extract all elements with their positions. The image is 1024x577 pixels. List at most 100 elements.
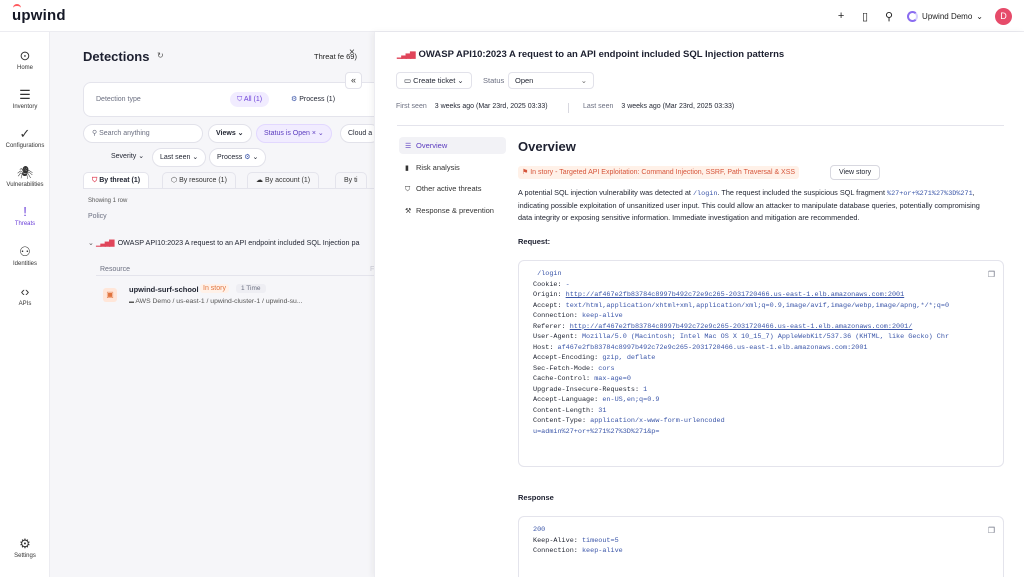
collapse-button[interactable]: «: [345, 72, 362, 89]
cloud-filter[interactable]: Cloud a: [340, 124, 374, 143]
tab-by-resource[interactable]: ⬡ By resource (1): [162, 172, 236, 188]
nav-vulnerabilities[interactable]: 🕷 Vulnerabilities: [0, 165, 50, 188]
header-key: Referer:: [533, 322, 570, 331]
status-label: Status: [483, 76, 505, 85]
chevron-down-icon: ⌄: [252, 154, 259, 161]
header-value: Mozilla/5.0 (Macintosh; Intel Mac OS X 1…: [581, 333, 950, 341]
nav-inventory[interactable]: ☰ Inventory: [0, 87, 50, 110]
chevron-down-icon[interactable]: ⌄: [88, 238, 96, 247]
search-input[interactable]: ⚲ Search anything: [83, 124, 203, 143]
avatar[interactable]: D: [995, 7, 1012, 25]
severity-label: Severity: [111, 153, 137, 160]
nav-settings[interactable]: ⚙ Settings: [0, 536, 50, 559]
request-code-block[interactable]: ❐ /login Cookie: - Origin: http://af467e2f…: [518, 260, 1004, 467]
overview-description: A potential SQL injection vulnerability …: [518, 187, 996, 224]
nav-threats[interactable]: ! Threats: [0, 204, 50, 227]
section-nav-label: Response & prevention: [416, 206, 494, 215]
sliders-icon: ⚙: [19, 536, 31, 551]
search-placeholder: Search anything: [99, 130, 150, 137]
nav-home[interactable]: ⊙ Home: [0, 48, 50, 71]
header-value[interactable]: http://af467e2fb83784c8997b492c72e9c265-…: [570, 323, 913, 331]
header-key: Cookie:: [533, 280, 566, 289]
code-line: Connection: keep-alive: [533, 311, 1003, 322]
tab-by-threat[interactable]: ⛉ By threat (1): [83, 172, 150, 188]
view-story-button[interactable]: View story: [830, 165, 881, 180]
nav-label: Vulnerabilities: [6, 182, 44, 188]
chip-process[interactable]: ⚙ Process (1): [284, 92, 342, 107]
header-value[interactable]: http://af467e2fb83784c8997b492c72e9c265-…: [566, 291, 905, 299]
chevron-down-icon: ⌄: [457, 76, 464, 85]
story-tag[interactable]: ⚑ In story - Targeted API Exploitation: …: [518, 166, 800, 179]
header-key: Cache-Control:: [533, 375, 595, 383]
chip-all-label: All (1): [243, 96, 263, 103]
header-value: /login: [533, 270, 562, 278]
shield-icon: ⛉: [405, 186, 411, 193]
severity-filter[interactable]: Severity ⌄: [104, 148, 151, 167]
chevron-down-icon: ⌄: [192, 154, 199, 161]
desc-text: . The request included the suspicious SQ…: [717, 188, 885, 197]
header-value: 1: [643, 385, 648, 394]
chevron-down-icon: ⌄: [138, 153, 145, 160]
resource-path-text: AWS Demo / us-east-1 / upwind-cluster-1 …: [135, 298, 303, 305]
header-value: max-age=0: [594, 375, 631, 383]
close-icon[interactable]: ×: [349, 47, 355, 58]
list-icon: ☰: [405, 143, 412, 150]
copy-icon[interactable]: ❐: [988, 526, 995, 535]
views-label: Views: [216, 130, 236, 137]
create-ticket-label: Create ticket: [413, 76, 456, 85]
process-filter[interactable]: Process ⚙ ⌄: [209, 148, 267, 167]
header-value: timeout=5: [581, 536, 619, 545]
org-switcher[interactable]: Upwind Demo ⌄: [907, 10, 983, 22]
last-seen-label: Last seen: [160, 154, 191, 161]
in-story-badge[interactable]: In story: [200, 284, 229, 293]
nav-apis[interactable]: ‹› APIs: [0, 284, 50, 307]
status-select[interactable]: Open ⌄: [508, 72, 594, 89]
response-code-block[interactable]: ❐ 200 Keep-Alive: timeout=5 Connection: ke…: [518, 516, 1004, 577]
tab-label: By threat (1): [99, 177, 141, 184]
code-line: Host: af467e2fb83784c8997b492c72e9c265-2…: [533, 343, 1003, 354]
section-nav-overview[interactable]: ☰ Overview: [399, 137, 506, 154]
alert-icon: !: [23, 204, 27, 219]
detection-type-label: Detection type: [96, 96, 141, 103]
chip-all[interactable]: ⛉ All (1): [230, 92, 270, 107]
last-seen-filter[interactable]: Last seen ⌄: [152, 148, 207, 167]
code-line: /login: [533, 269, 1003, 280]
chevron-down-icon: ⌄: [580, 76, 587, 85]
gear-icon: ⚙: [244, 154, 251, 161]
refresh-icon[interactable]: ↻: [157, 51, 164, 60]
section-nav-risk-analysis[interactable]: ▮ Risk analysis: [399, 159, 506, 176]
status-filter-label: Status is Open: [264, 130, 310, 137]
status-filter[interactable]: Status is Open × ⌄: [256, 124, 332, 143]
person-icon[interactable]: ⚲: [883, 10, 895, 23]
code-line: Referer: http://af467e2fb83784c8997b492c…: [533, 322, 1003, 333]
create-ticket-button[interactable]: ▭ Create ticket ⌄: [396, 72, 472, 89]
code-line: Upgrade-Insecure-Requests: 1: [533, 385, 1003, 396]
section-nav-label: Risk analysis: [416, 163, 460, 172]
threat-feed-label: Threat fe: [314, 52, 345, 61]
section-nav-label: Overview: [416, 141, 448, 150]
code-line: Accept-Language: en-US,en;q=0.9: [533, 395, 1003, 406]
tab-by-account[interactable]: ☁ By account (1): [247, 172, 320, 188]
cloud-filter-label: Cloud a: [348, 130, 373, 137]
code-line: u=admin%27+or+%271%27%3D%271&p=: [533, 427, 1003, 438]
logo[interactable]: upwind: [12, 7, 66, 24]
copy-icon[interactable]: ❐: [988, 270, 995, 279]
chart-icon: ▮: [405, 165, 409, 172]
close-icon[interactable]: ×: [312, 130, 316, 137]
header-value: keep-alive: [581, 312, 623, 320]
resource-name[interactable]: upwind-surf-school: [129, 285, 199, 294]
nav-label: Inventory: [12, 104, 38, 110]
section-nav-response[interactable]: ⚒ Response & prevention: [399, 202, 506, 219]
story-icon: ⚑: [522, 169, 531, 176]
tab-by-time[interactable]: By ti: [335, 172, 367, 188]
section-title: Overview: [518, 139, 576, 154]
section-nav-other-threats[interactable]: ⛉ Other active threats: [399, 180, 506, 197]
org-name: Upwind Demo: [922, 11, 973, 21]
table-row[interactable]: ⌄ ▁▃▅▇ OWASP API10:2023 A request to an A…: [88, 238, 374, 247]
book-icon[interactable]: ▯: [859, 10, 871, 23]
plus-icon[interactable]: +: [835, 10, 847, 22]
code-line: Accept: text/html,application/xhtml+xml,…: [533, 301, 1003, 312]
nav-identities[interactable]: ⚇ Identities: [0, 244, 50, 267]
nav-configurations[interactable]: ✓ Configurations: [0, 126, 50, 149]
views-dropdown[interactable]: Views ⌄: [208, 124, 252, 143]
